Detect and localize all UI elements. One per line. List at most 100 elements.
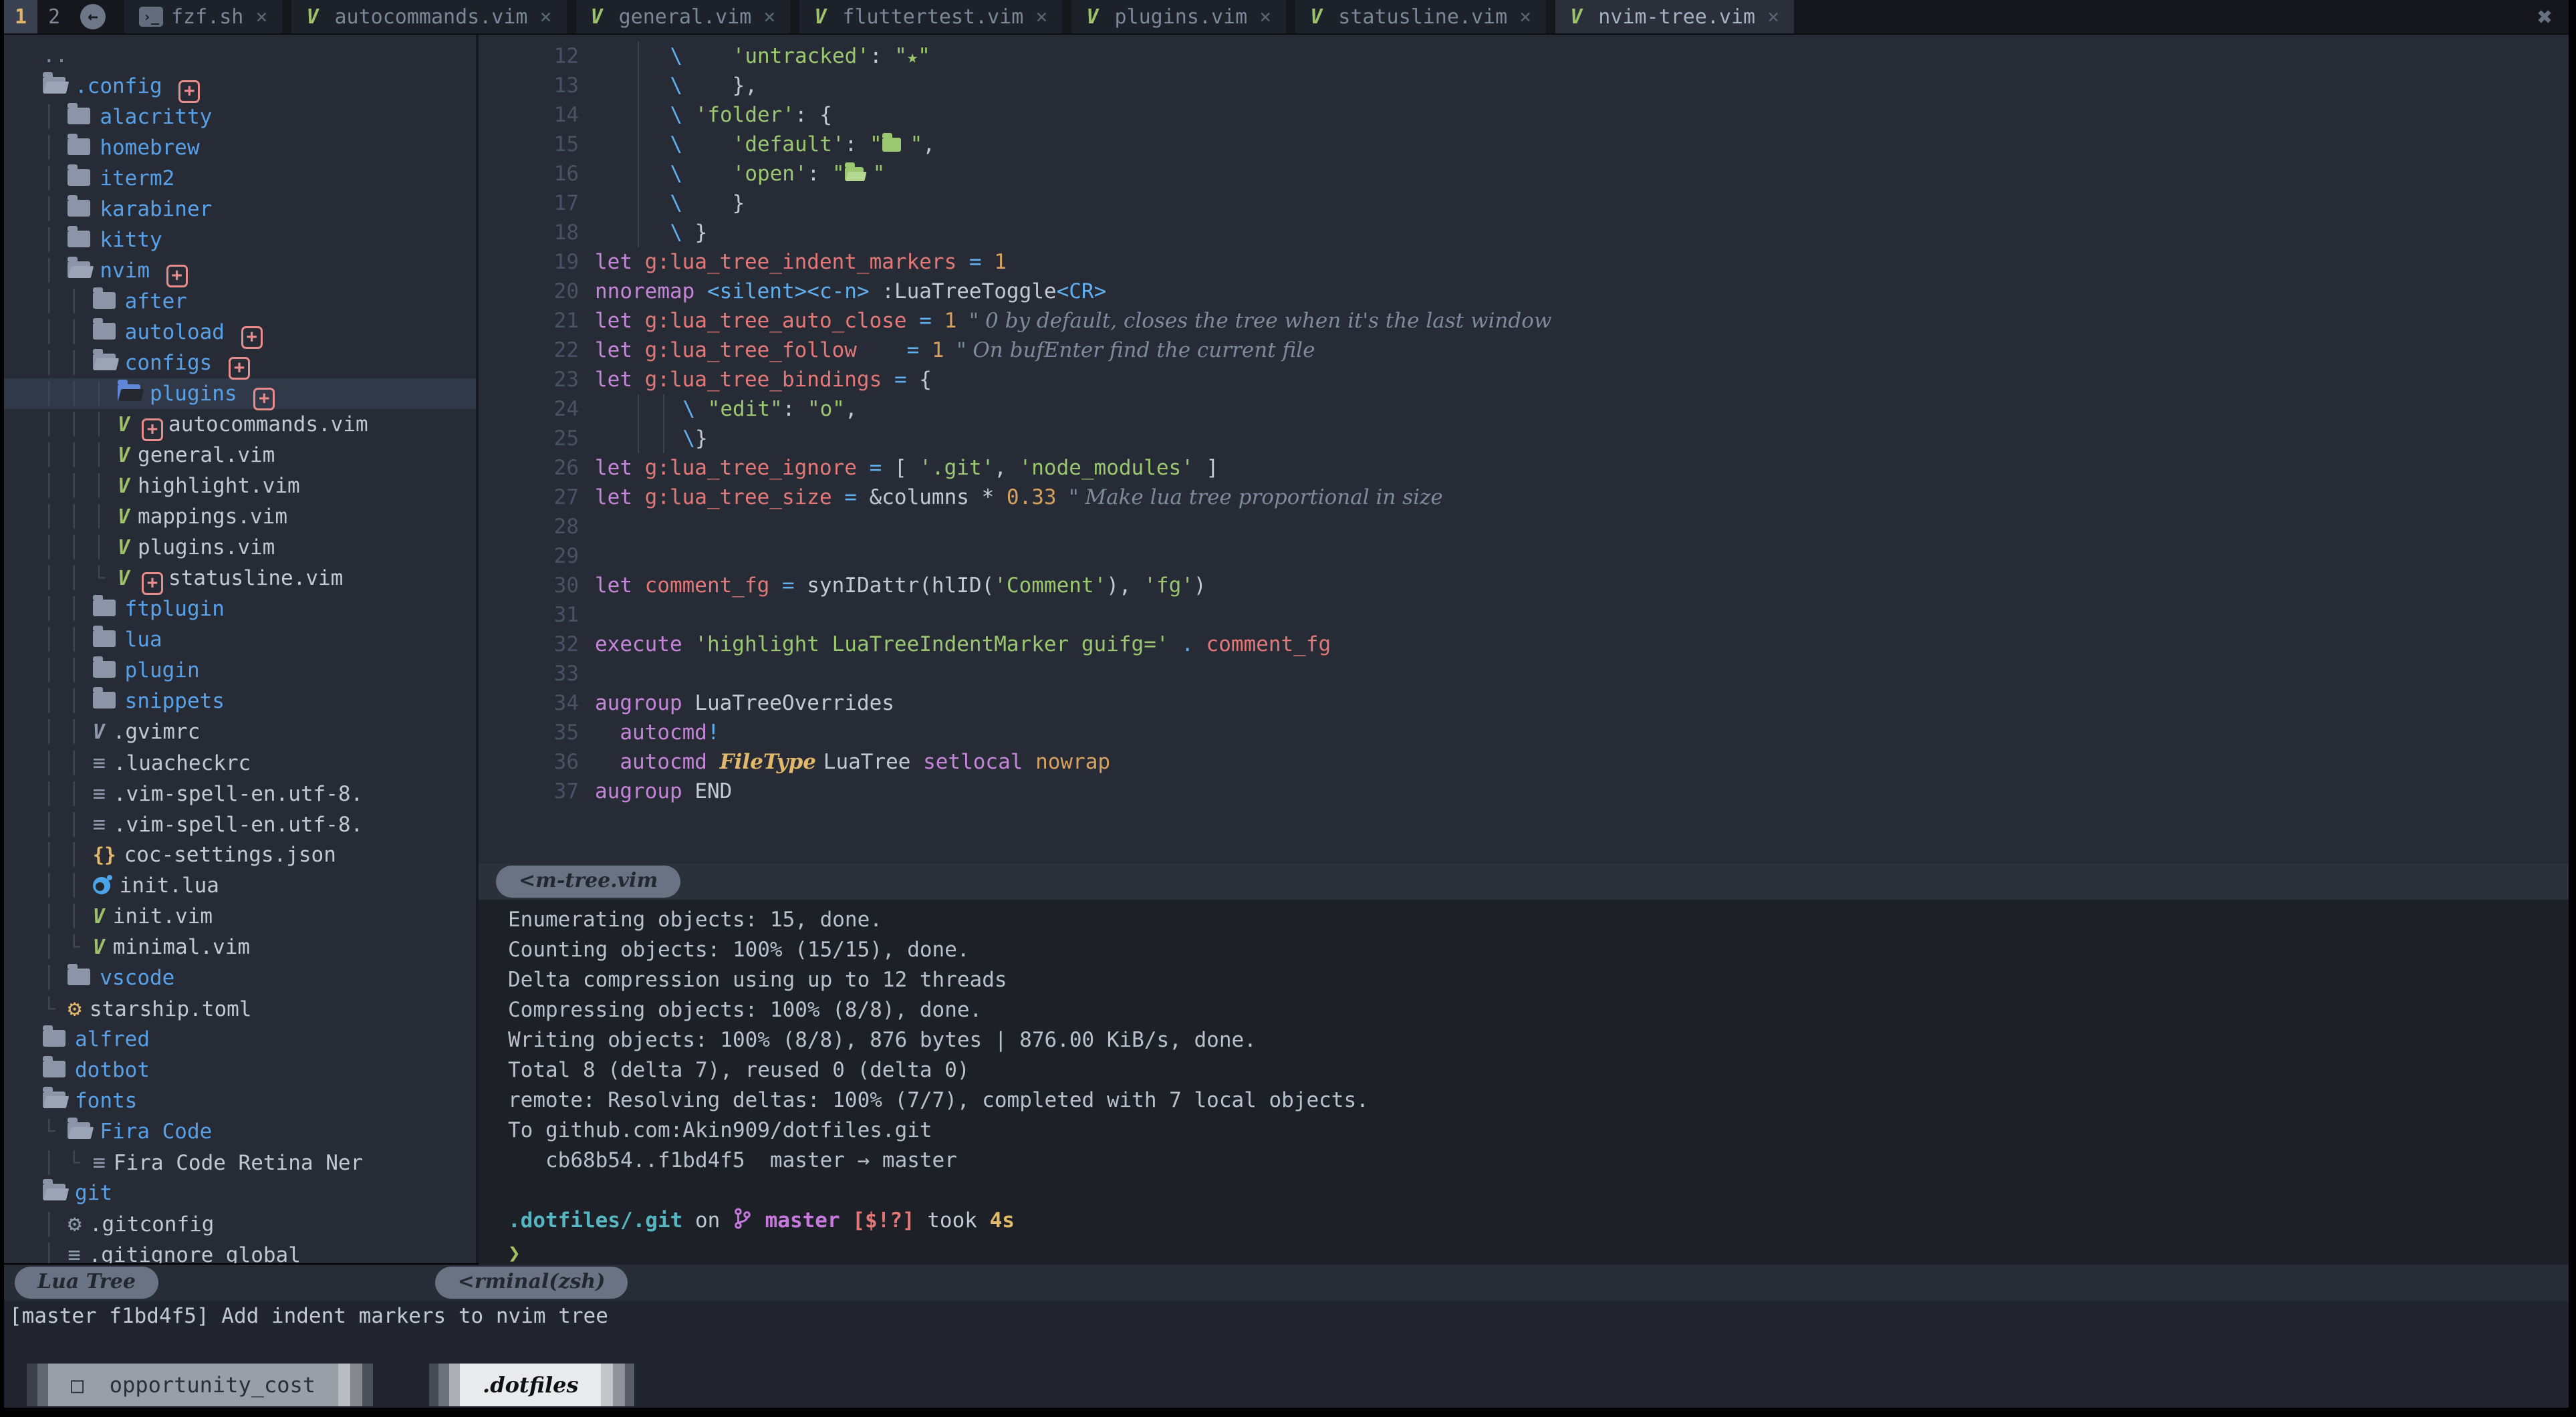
tree-item-Fira-Code-Retina-Ner[interactable]: │ └ ≡Fira Code Retina Ner <box>4 1147 476 1178</box>
line-number: 13 <box>479 71 579 100</box>
tree-item-plugins.vim[interactable]: │ │ │ Vplugins.vim <box>4 532 476 563</box>
tree-item-general.vim[interactable]: │ │ │ Vgeneral.vim <box>4 440 476 471</box>
workspace-1[interactable]: 1 <box>4 0 37 33</box>
code-line-22: 22let g:lua_tree_follow = 1 " On bufEnte… <box>479 336 2569 365</box>
tree-item-starship.toml[interactable]: └ ⚙starship.toml <box>4 993 476 1024</box>
tree-item-label: after <box>125 289 187 313</box>
gear-icon: ⚙ <box>68 995 81 1022</box>
close-all-icon[interactable]: ✖ <box>2537 2 2569 31</box>
tmux-window-.dotfiles[interactable]: .dotfiles <box>429 1364 634 1406</box>
tree-item-.vim-spell-en.utf-8.[interactable]: │ │ ≡.vim-spell-en.utf-8. <box>4 809 476 840</box>
tree-item-dotbot[interactable]: dotbot <box>4 1055 476 1085</box>
tab-nvim-tree.vim[interactable]: Vnvim-tree.vim× <box>1555 0 1794 33</box>
tab-general.vim[interactable]: Vgeneral.vim× <box>576 0 791 33</box>
tab-list: ›_fzf.sh×Vautocommands.vim×Vgeneral.vim×… <box>115 0 1794 33</box>
tree-item-.vim-spell-en.utf-8.[interactable]: │ │ ≡.vim-spell-en.utf-8. <box>4 778 476 809</box>
folder-icon <box>93 661 116 678</box>
editor-pane[interactable]: 12 \ 'untracked': "★"13 \ },14 \ 'folder… <box>479 35 2569 864</box>
workspace-list: 12 <box>4 0 71 33</box>
window-icon: □ <box>71 1372 110 1398</box>
tree-item-label: .. <box>43 43 68 68</box>
tab-close-icon[interactable]: × <box>1519 5 1531 29</box>
tab-autocommands.vim[interactable]: Vautocommands.vim× <box>291 0 566 33</box>
tree-item-statusline.vim[interactable]: │ │ └ V+statusline.vim <box>4 563 476 594</box>
terminal-pane[interactable]: Enumerating objects: 15, done.Counting o… <box>479 900 2569 1270</box>
tree-item-configs[interactable]: │ │ configs + <box>4 348 476 378</box>
tree-item-.config[interactable]: .config + <box>4 71 476 102</box>
line-number: 31 <box>479 600 579 630</box>
tree-item-label: plugins.vim <box>138 535 275 559</box>
folder-icon <box>93 600 116 616</box>
tree-item-.gitignore-global[interactable]: │ ≡.gitignore_global <box>4 1239 476 1263</box>
tree-item-.gvimrc[interactable]: │ │ V.gvimrc <box>4 717 476 747</box>
line-number: 26 <box>479 453 579 483</box>
tab-fluttertest.vim[interactable]: Vfluttertest.vim× <box>799 0 1062 33</box>
tree-item-autocommands.vim[interactable]: │ │ │ V+autocommands.vim <box>4 409 476 440</box>
tree-item-label: .luacheckrc <box>114 751 251 775</box>
tree-item-label: configs <box>125 351 213 375</box>
code-line-14: 14 \ 'folder': { <box>479 100 2569 130</box>
tree-item-homebrew[interactable]: │ homebrew <box>4 132 476 163</box>
folder-open-icon <box>43 1091 66 1108</box>
tree-item-..[interactable]: .. <box>4 40 476 71</box>
code-line-36: 36 autocmd FileType LuaTree setlocal now… <box>479 747 2569 777</box>
tree-item-label: .vim-spell-en.utf-8. <box>114 782 363 806</box>
code-line-17: 17 \ } <box>479 188 2569 218</box>
line-number: 30 <box>479 571 579 600</box>
tab-close-icon[interactable]: × <box>1035 5 1047 29</box>
tree-item-label: lua <box>125 628 162 652</box>
code-line-37: 37augroup END <box>479 777 2569 806</box>
tree-item-plugin[interactable]: │ │ plugin <box>4 655 476 686</box>
workspace-2[interactable]: 2 <box>37 0 71 33</box>
line-number: 34 <box>479 688 579 718</box>
tree-item-autoload[interactable]: │ │ autoload + <box>4 317 476 348</box>
tab-fzf.sh[interactable]: ›_fzf.sh× <box>124 0 282 33</box>
tab-close-icon[interactable]: × <box>539 5 551 29</box>
tree-item-mappings.vim[interactable]: │ │ │ Vmappings.vim <box>4 501 476 532</box>
file-lines-icon: ≡ <box>93 811 106 837</box>
tree-item-kitty[interactable]: │ kitty <box>4 225 476 255</box>
tree-item-after[interactable]: │ │ after <box>4 286 476 317</box>
vim-icon: V <box>118 567 130 590</box>
tree-item-Fira-Code[interactable]: └ Fira Code <box>4 1116 476 1147</box>
tree-item-init.lua[interactable]: │ │ init.lua <box>4 870 476 901</box>
tab-statusline.vim[interactable]: Vstatusline.vim× <box>1295 0 1546 33</box>
tree-item-alacritty[interactable]: │ alacritty <box>4 102 476 132</box>
tree-item-nvim[interactable]: │ nvim + <box>4 255 476 286</box>
tree-item-.gitconfig[interactable]: │ ⚙.gitconfig <box>4 1208 476 1239</box>
code-line-25: 25 \} <box>479 424 2569 453</box>
tree-item-ftplugin[interactable]: │ │ ftplugin <box>4 594 476 624</box>
tab-close-icon[interactable]: × <box>763 5 775 29</box>
tree-item-init.vim[interactable]: │ │ Vinit.vim <box>4 901 476 932</box>
lua-icon <box>93 877 110 894</box>
tree-item-lua[interactable]: │ │ lua <box>4 624 476 655</box>
tab-plugins.vim[interactable]: Vplugins.vim× <box>1071 0 1286 33</box>
code-line-24: 24 \ "edit": "o", <box>479 394 2569 424</box>
code-line-35: 35 autocmd! <box>479 718 2569 747</box>
tree-item-alfred[interactable]: alfred <box>4 1024 476 1055</box>
tree-item-coc-settings.json[interactable]: │ │ {}coc-settings.json <box>4 840 476 870</box>
file-tree-sidebar[interactable]: .. .config +│ alacritty│ homebrew│ iterm2… <box>4 35 476 1263</box>
tree-item-vscode[interactable]: │ vscode <box>4 962 476 993</box>
tab-close-icon[interactable]: × <box>1259 5 1271 29</box>
tree-item-fonts[interactable]: fonts <box>4 1085 476 1116</box>
tree-item-git[interactable]: git <box>4 1178 476 1208</box>
tab-label: general.vim <box>619 5 752 29</box>
tree-item-snippets[interactable]: │ │ snippets <box>4 686 476 717</box>
tree-item-plugins[interactable]: │ │ │ plugins + <box>4 378 476 409</box>
tab-close-icon[interactable]: × <box>1767 5 1779 29</box>
folder-icon <box>93 630 116 647</box>
back-arrow-icon[interactable]: ← <box>80 4 106 29</box>
tree-item-karabiner[interactable]: │ karabiner <box>4 194 476 225</box>
tab-close-icon[interactable]: × <box>255 5 267 29</box>
tree-item-iterm2[interactable]: │ iterm2 <box>4 163 476 194</box>
tree-item-highlight.vim[interactable]: │ │ │ Vhighlight.vim <box>4 471 476 501</box>
terminal-line: cb68b54..f1bd4f5 master → master <box>479 1146 2569 1176</box>
line-number: 36 <box>479 747 579 777</box>
line-number: 25 <box>479 424 579 453</box>
tree-item-label: .gitignore_global <box>89 1243 301 1263</box>
tree-item-.luacheckrc[interactable]: │ │ ≡.luacheckrc <box>4 747 476 778</box>
folder-icon <box>43 1061 66 1077</box>
tmux-window-opportunity_cost[interactable]: □ opportunity_cost <box>27 1364 373 1406</box>
tree-item-minimal.vim[interactable]: │ └ Vminimal.vim <box>4 932 476 962</box>
